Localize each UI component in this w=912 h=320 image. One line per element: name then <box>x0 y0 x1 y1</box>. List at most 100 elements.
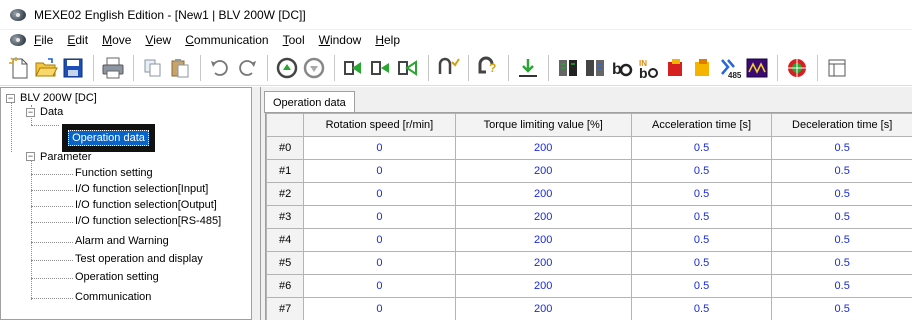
waveform-icon[interactable] <box>744 55 770 81</box>
table-cell[interactable]: 200 <box>454 251 632 275</box>
monitor-icon[interactable] <box>515 55 541 81</box>
table-cell[interactable]: 0 <box>303 182 456 206</box>
tree-node-data-label: Data <box>40 106 64 118</box>
window-layout-icon[interactable] <box>824 55 850 81</box>
row-header[interactable]: #2 <box>266 182 305 206</box>
test-operation-icon[interactable] <box>784 55 810 81</box>
table-cell[interactable]: 0.5 <box>771 274 912 298</box>
teach-remote-icon[interactable] <box>368 55 394 81</box>
table-cell[interactable]: 0.5 <box>630 136 773 160</box>
tree-item-communication[interactable]: Communication <box>75 291 151 303</box>
new-file-icon[interactable] <box>6 55 32 81</box>
table-cell[interactable]: 200 <box>454 274 632 298</box>
tree-item-function-setting[interactable]: Function setting <box>75 167 153 179</box>
tree-node-data[interactable]: − Data <box>26 105 63 119</box>
tree-item-io-output[interactable]: I/O function selection[Output] <box>75 199 217 211</box>
undo-icon[interactable] <box>207 55 233 81</box>
table-cell[interactable]: 200 <box>454 136 632 160</box>
tree-item-test-operation[interactable]: Test operation and display <box>75 253 203 265</box>
menu-tool[interactable]: Tool <box>283 33 305 47</box>
table-cell[interactable]: 0.5 <box>771 205 912 229</box>
table-cell[interactable]: 0.5 <box>771 251 912 275</box>
table-cell[interactable]: 0.5 <box>630 182 773 206</box>
tree-item-alarm-warning[interactable]: Alarm and Warning <box>75 235 169 247</box>
column-header[interactable]: Rotation speed [r/min] <box>303 113 456 137</box>
menu-file[interactable]: File <box>34 33 53 47</box>
table-cell[interactable]: 200 <box>454 159 632 183</box>
row-header[interactable]: #4 <box>266 228 305 252</box>
document-menu-icon[interactable] <box>10 32 26 48</box>
table-cell[interactable]: 0.5 <box>771 136 912 160</box>
row-header[interactable]: #0 <box>266 136 305 160</box>
table-cell[interactable]: 0.5 <box>630 251 773 275</box>
corner-cell[interactable] <box>266 113 305 137</box>
menu-view[interactable]: View <box>145 33 171 47</box>
table-cell[interactable]: 200 <box>454 205 632 229</box>
row-header[interactable]: #6 <box>266 274 305 298</box>
table-cell[interactable]: 0 <box>303 274 456 298</box>
column-header[interactable]: Acceleration time [s] <box>630 113 773 137</box>
tree-item-operation-data[interactable]: Operation data <box>62 124 155 152</box>
menu-window[interactable]: Window <box>319 33 362 47</box>
io-monitor-icon[interactable] <box>555 55 581 81</box>
tree-item-operation-setting[interactable]: Operation setting <box>75 271 159 283</box>
search-data-icon[interactable]: ? <box>475 55 501 81</box>
table-cell[interactable]: 0.5 <box>630 297 773 320</box>
splitter[interactable] <box>252 87 260 320</box>
alarm-icon[interactable] <box>663 55 689 81</box>
row-header[interactable]: #5 <box>266 251 305 275</box>
menu-help[interactable]: Help <box>375 33 400 47</box>
upload-icon[interactable] <box>274 55 300 81</box>
table-cell[interactable]: 0.5 <box>771 228 912 252</box>
output-icon[interactable]: b <box>609 55 635 81</box>
table-cell[interactable]: 0.5 <box>630 274 773 298</box>
collapse-icon[interactable]: − <box>6 93 15 103</box>
paste-icon[interactable] <box>167 55 193 81</box>
table-cell[interactable]: 0 <box>303 251 456 275</box>
rs485-icon[interactable]: 485 <box>717 55 743 81</box>
warning-icon[interactable] <box>690 55 716 81</box>
tree-item-io-input[interactable]: I/O function selection[Input] <box>75 183 208 195</box>
tree-root[interactable]: − BLV 200W [DC] <box>6 92 97 104</box>
table-cell[interactable]: 0.5 <box>630 159 773 183</box>
row-header[interactable]: #3 <box>266 205 305 229</box>
input-icon[interactable]: IN b <box>636 55 662 81</box>
table-cell[interactable]: 200 <box>454 297 632 320</box>
row-header[interactable]: #7 <box>266 297 305 320</box>
table-cell[interactable]: 0 <box>303 297 456 320</box>
table-cell[interactable]: 0.5 <box>771 182 912 206</box>
tree-node-parameter[interactable]: − Parameter <box>26 150 91 163</box>
column-header[interactable]: Deceleration time [s] <box>771 113 912 137</box>
collapse-icon[interactable]: − <box>26 107 35 117</box>
teach-icon[interactable] <box>341 55 367 81</box>
open-folder-icon[interactable] <box>33 55 59 81</box>
menu-move[interactable]: Move <box>102 33 131 47</box>
table-cell[interactable]: 0.5 <box>771 159 912 183</box>
tree-item-io-rs485[interactable]: I/O function selection[RS-485] <box>75 215 221 227</box>
table-cell[interactable]: 0 <box>303 159 456 183</box>
collapse-icon[interactable]: − <box>26 152 35 161</box>
menu-communication[interactable]: Communication <box>185 33 268 47</box>
table-cell[interactable]: 0 <box>303 136 456 160</box>
table-cell[interactable]: 0 <box>303 205 456 229</box>
menu-edit[interactable]: Edit <box>67 33 88 47</box>
table-cell[interactable]: 0.5 <box>630 228 773 252</box>
print-icon[interactable] <box>100 55 126 81</box>
save-icon[interactable] <box>60 55 86 81</box>
io-test-icon[interactable] <box>582 55 608 81</box>
row-header[interactable]: #1 <box>266 159 305 183</box>
verify-icon[interactable] <box>435 55 461 81</box>
table-cell[interactable]: 0.5 <box>630 205 773 229</box>
redo-icon[interactable] <box>234 55 260 81</box>
table-cell[interactable]: 0.5 <box>771 297 912 320</box>
copy-icon[interactable] <box>140 55 166 81</box>
table-cell[interactable]: 200 <box>454 182 632 206</box>
download-icon[interactable] <box>301 55 327 81</box>
column-header[interactable]: Torque limiting value [%] <box>454 113 632 137</box>
app-icon[interactable] <box>10 7 26 23</box>
tab-operation-data[interactable]: Operation data <box>264 91 355 113</box>
table-row: #3 0 200 0.5 0.5 <box>266 205 912 229</box>
table-cell[interactable]: 0 <box>303 228 456 252</box>
table-cell[interactable]: 200 <box>454 228 632 252</box>
compare-icon[interactable] <box>395 55 421 81</box>
